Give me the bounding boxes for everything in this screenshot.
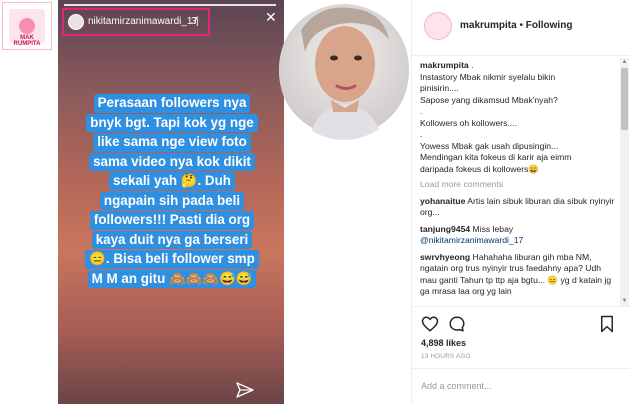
story-text-line: sekali yah 🤔. Duh	[109, 172, 235, 191]
likes-count[interactable]: 4,898 likes	[421, 338, 466, 348]
story-text-line: Perasaan followers nya	[93, 94, 251, 113]
brand-logo: MAK RUMPITA	[2, 2, 52, 50]
comment-username[interactable]: tanjung9454	[420, 224, 470, 234]
story-avatar	[68, 14, 84, 30]
add-comment-bar: Add a comment...	[412, 368, 630, 404]
caption-line: Kollowers oh kollowers....	[420, 117, 517, 128]
comment-username[interactable]: yohanaitue	[420, 196, 465, 206]
story-text-line: followers!!! Pasti dia org	[89, 211, 255, 230]
story-text-line: bnyk bgt. Tapi kok yg nge	[86, 113, 258, 132]
scroll-down-icon[interactable]: ▼	[621, 298, 628, 305]
list-item: yohanaitue Artis lain sibuk liburan dia …	[420, 196, 620, 219]
caption: makrumpita . Instastory Mbak nikmir syel…	[420, 60, 620, 175]
caption-line: Yowess Mbak gak usah dipusingin...	[420, 140, 559, 151]
story-progress-bar	[64, 4, 276, 6]
comments-scrollbar[interactable]: ▲ ▼	[620, 58, 629, 306]
post-header: makrumpita • Following	[412, 0, 630, 56]
story-text-line: sama video nya kok dikit	[89, 152, 255, 171]
bookmark-icon[interactable]	[598, 315, 616, 333]
header-separator: •	[519, 20, 523, 31]
comment-username[interactable]: swrvhyeong	[420, 252, 470, 262]
caption-line: Mendingan kita fokeus di karir aja eimm	[420, 152, 572, 162]
story-text-line: 😑. Bisa beli follower smp	[85, 250, 259, 269]
caption-line: daripada fokeus di kollowers😀	[420, 163, 540, 174]
caption-line: Sapose yang dikamsud Mbak'nyah?	[420, 94, 558, 105]
caption-line: .	[471, 60, 474, 70]
post-image: MAK RUMPITA nikitamirzanimawardi_17 3j ✕…	[0, 0, 410, 404]
story-text-line: M M an gitu 🙈🙈🙈😅😅	[87, 269, 257, 288]
post-panel: makrumpita • Following makrumpita . Inst…	[411, 0, 630, 404]
list-item: tanjung9454 Miss lebay @nikitamirzanimaw…	[420, 224, 620, 247]
caption-line: Instastory Mbak nikmir syelalu bikin	[420, 71, 556, 82]
avatar[interactable]	[424, 12, 452, 40]
scrollbar-thumb[interactable]	[621, 68, 628, 130]
caption-username[interactable]: makrumpita	[420, 60, 469, 70]
send-icon[interactable]	[236, 382, 254, 398]
story-text-line: ngapain sih pada beli	[99, 191, 245, 210]
close-icon[interactable]: ✕	[265, 10, 277, 24]
story-text-block: Perasaan followers nya bnyk bgt. Tapi ko…	[68, 94, 276, 289]
story-text-line: like sama nge view foto	[93, 133, 251, 152]
story-text-line: kaya duit nya ga berseri	[91, 230, 253, 249]
list-item: swrvhyeong Hahahaha liburan gih mba NM, …	[420, 252, 620, 298]
following-button[interactable]: Following	[526, 20, 573, 31]
story-time: 3j	[191, 16, 199, 27]
brand-logo-text: MAK RUMPITA	[13, 35, 41, 48]
comment-icon[interactable]	[448, 315, 466, 333]
action-bar	[412, 306, 630, 336]
scroll-up-icon[interactable]: ▲	[621, 59, 628, 66]
comment-text: Miss lebay	[472, 223, 514, 234]
post-author-username[interactable]: makrumpita	[460, 20, 517, 31]
caption-line: .	[420, 129, 423, 139]
comment-mention-link[interactable]: @nikitamirzanimawardi_17	[420, 235, 620, 247]
story-username: nikitamirzanimawardi_17	[88, 16, 199, 27]
post-timestamp: 13 HOURS AGO	[421, 353, 471, 360]
portrait-photo	[279, 0, 409, 140]
add-comment-input[interactable]: Add a comment...	[421, 381, 492, 391]
heart-icon[interactable]	[421, 315, 439, 333]
story-header-highlight: nikitamirzanimawardi_17 3j	[62, 8, 210, 36]
caption-line: .	[420, 106, 423, 116]
comments-list: makrumpita . Instastory Mbak nikmir syel…	[420, 60, 620, 300]
caption-line: pinisirin....	[420, 83, 459, 93]
load-more-comments-link[interactable]: Load more comments	[420, 179, 620, 191]
